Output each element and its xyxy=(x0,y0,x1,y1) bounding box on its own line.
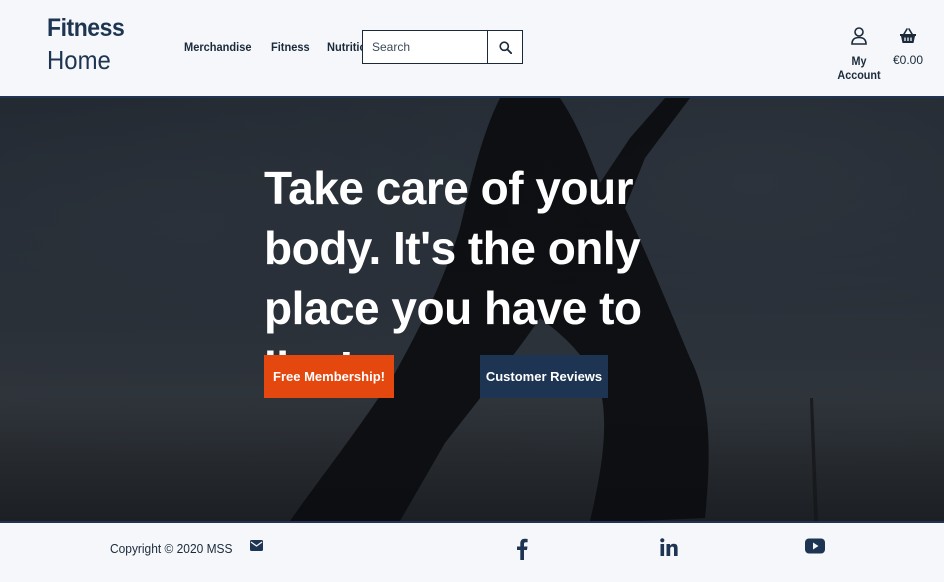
envelope-icon[interactable] xyxy=(250,540,263,551)
user-icon xyxy=(851,27,867,45)
search-button[interactable] xyxy=(487,31,522,63)
youtube-icon[interactable] xyxy=(805,538,825,554)
linkedin-icon[interactable] xyxy=(660,538,678,556)
brand-line-1: Fitness xyxy=(47,14,125,42)
basket-total: €0.00 xyxy=(892,53,924,67)
my-account-label: My Account xyxy=(837,54,881,82)
site-footer: Copyright © 2020 MSS xyxy=(0,521,944,582)
my-account-link[interactable]: My Account xyxy=(829,26,889,82)
search-icon xyxy=(498,40,512,54)
basket-link[interactable]: €0.00 xyxy=(890,26,926,67)
customer-reviews-button[interactable]: Customer Reviews xyxy=(480,355,608,398)
search-form xyxy=(362,30,523,64)
brand-line-2: Home xyxy=(47,45,111,75)
basket-icon xyxy=(900,28,916,43)
hero-banner: Take care of your body. It's the only pl… xyxy=(0,98,944,521)
nav-fitness[interactable]: Fitness xyxy=(271,40,310,54)
copyright-text: Copyright © 2020 MSS xyxy=(110,541,233,556)
search-input[interactable] xyxy=(363,31,487,63)
facebook-icon[interactable] xyxy=(516,538,528,560)
nav-merchandise[interactable]: Merchandise xyxy=(184,40,251,54)
main-nav: Merchandise Fitness Nutrition xyxy=(184,40,377,54)
brand-logo[interactable]: Fitness Home xyxy=(47,14,131,75)
free-membership-button[interactable]: Free Membership! xyxy=(264,355,394,398)
site-header: Fitness Home Merchandise Fitness Nutriti… xyxy=(0,0,944,98)
